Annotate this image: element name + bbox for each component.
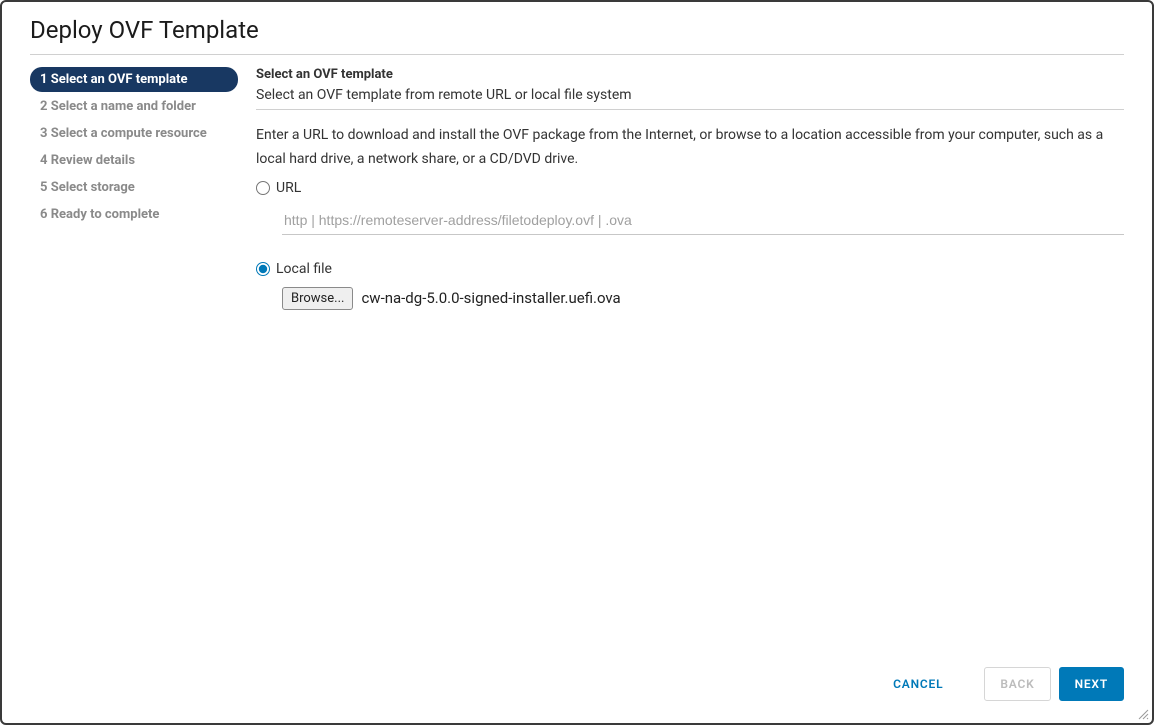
browse-button[interactable]: Browse...	[282, 287, 353, 310]
dialog-title: Deploy OVF Template	[2, 2, 1152, 54]
wizard-step-select-ovf[interactable]: 1 Select an OVF template	[30, 67, 238, 92]
cancel-button[interactable]: CANCEL	[878, 668, 958, 700]
title-separator	[30, 54, 1124, 55]
local-file-radio-label[interactable]: Local file	[276, 261, 332, 277]
content-separator	[256, 109, 1124, 110]
content-subheading: Select an OVF template from remote URL o…	[256, 87, 1124, 103]
local-file-radio-group: Local file Browse... cw-na-dg-5.0.0-sign…	[256, 261, 1124, 310]
url-radio[interactable]	[256, 181, 270, 195]
url-radio-label[interactable]: URL	[276, 180, 301, 196]
dialog-footer: CANCEL BACK NEXT	[2, 649, 1152, 723]
wizard-step-review-details[interactable]: 4 Review details	[30, 148, 238, 173]
wizard-step-compute-resource[interactable]: 3 Select a compute resource	[30, 121, 238, 146]
wizard-step-select-storage[interactable]: 5 Select storage	[30, 175, 238, 200]
url-input[interactable]	[282, 206, 1124, 235]
deploy-ovf-dialog: Deploy OVF Template 1 Select an OVF temp…	[0, 0, 1154, 725]
selected-file-name: cw-na-dg-5.0.0-signed-installer.uefi.ova	[361, 289, 620, 307]
wizard-step-ready-complete[interactable]: 6 Ready to complete	[30, 202, 238, 227]
content-area: Select an OVF template Select an OVF tem…	[238, 65, 1124, 649]
url-radio-group: URL	[256, 180, 1124, 235]
local-file-radio[interactable]	[256, 262, 270, 276]
next-button[interactable]: NEXT	[1059, 667, 1124, 701]
content-heading: Select an OVF template	[256, 67, 1124, 82]
wizard-steps: 1 Select an OVF template 2 Select a name…	[30, 65, 238, 649]
back-button: BACK	[984, 667, 1050, 701]
wizard-step-name-folder[interactable]: 2 Select a name and folder	[30, 94, 238, 119]
dialog-body: 1 Select an OVF template 2 Select a name…	[2, 65, 1152, 649]
content-description: Enter a URL to download and install the …	[256, 124, 1124, 172]
